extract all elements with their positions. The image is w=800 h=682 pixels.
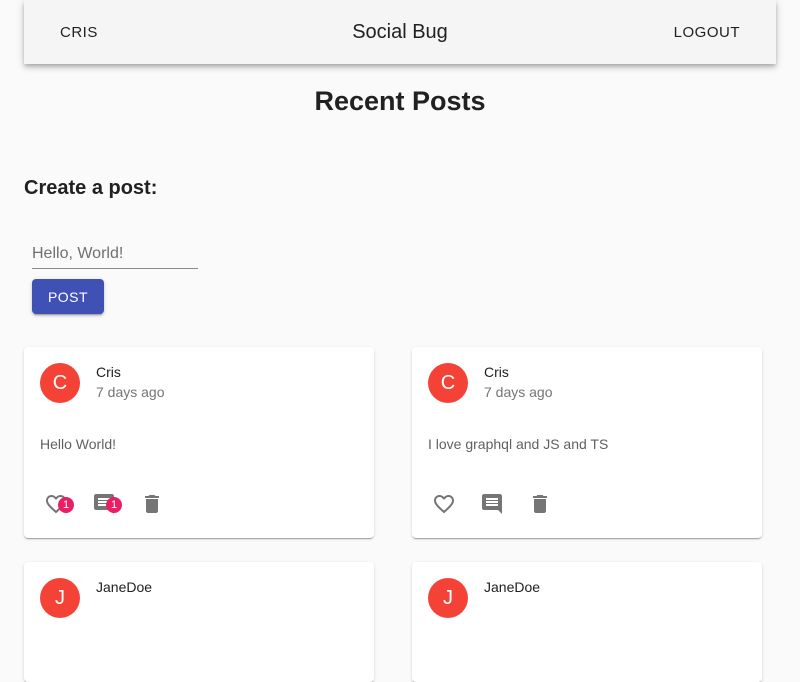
post-author: Cris — [484, 364, 509, 380]
user-button[interactable]: CRIS — [48, 16, 110, 49]
delete-button[interactable] — [516, 484, 564, 524]
like-count-badge: 1 — [58, 497, 74, 513]
delete-button[interactable] — [128, 484, 176, 524]
post-time: 7 days ago — [96, 384, 165, 400]
post-button[interactable]: POST — [32, 279, 104, 314]
app-bar: CRIS Social Bug LOGOUT — [24, 0, 776, 64]
post-card: J JaneDoe — [24, 562, 374, 682]
trash-icon — [145, 495, 159, 513]
create-post-heading: Create a post: — [24, 177, 158, 199]
trash-icon — [533, 495, 547, 513]
comment-button[interactable]: 1 — [80, 484, 128, 524]
like-button[interactable]: 1 — [32, 484, 80, 524]
page-title: Recent Posts — [314, 86, 486, 116]
post-time: 7 days ago — [484, 384, 553, 400]
avatar: C — [40, 363, 80, 403]
post-input[interactable] — [32, 240, 198, 269]
heart-outline-icon — [434, 495, 454, 514]
post-author: Cris — [96, 364, 121, 380]
post-body: I love graphql and JS and TS — [428, 436, 609, 452]
like-button[interactable] — [420, 484, 468, 524]
post-body: Hello World! — [40, 436, 116, 452]
post-card: C Cris 7 days ago I love graphql and JS … — [412, 347, 762, 538]
avatar: J — [428, 578, 468, 618]
comment-count-badge: 1 — [106, 497, 122, 513]
post-actions: 1 1 — [32, 484, 176, 524]
post-author: JaneDoe — [484, 579, 541, 595]
avatar: J — [40, 578, 80, 618]
post-card: J JaneDoe — [412, 562, 762, 682]
post-card: C Cris 7 days ago Hello World! 1 1 — [24, 347, 374, 538]
post-author: JaneDoe — [96, 579, 153, 595]
avatar: C — [428, 363, 468, 403]
chat-bubble-icon — [482, 494, 502, 514]
comment-button[interactable] — [468, 484, 516, 524]
logout-button[interactable]: LOGOUT — [662, 16, 752, 49]
post-actions — [420, 484, 564, 524]
